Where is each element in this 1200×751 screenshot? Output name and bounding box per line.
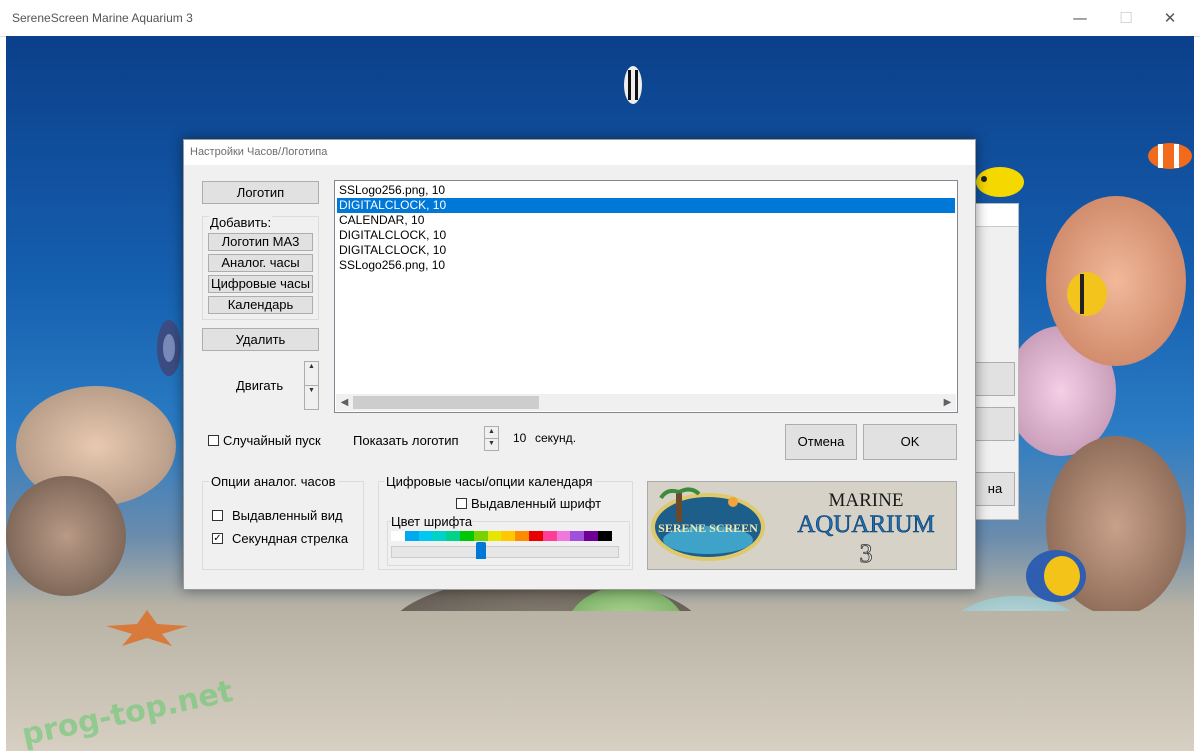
logo-image: SERENE SCREEN MARINE AQUARIUM 3 xyxy=(651,487,935,568)
show-logo-seconds-spinner[interactable]: ▲ ▼ xyxy=(484,426,499,451)
digital-options-title: Цифровые часы/опции календаря xyxy=(384,474,595,489)
embossed-view-label: Выдавленный вид xyxy=(232,508,343,523)
marine-aquarium-logo: SERENE SCREEN MARINE AQUARIUM 3 xyxy=(647,481,957,570)
move-down-icon[interactable]: ▼ xyxy=(305,386,318,410)
minimize-button[interactable]: — xyxy=(1060,6,1100,30)
color-swatch[interactable] xyxy=(556,531,571,541)
list-item[interactable]: DIGITALCLOCK, 10 xyxy=(337,228,955,243)
font-color-slider-track[interactable] xyxy=(391,546,619,558)
seconds-down-icon[interactable]: ▼ xyxy=(485,439,498,451)
add-logo-ma3-button[interactable]: Логотип MA3 xyxy=(208,233,313,251)
clock-logo-settings-dialog: Настройки Часов/Логотипа Логотип Добавит… xyxy=(183,139,976,590)
background-dialog: на xyxy=(970,203,1019,520)
color-swatch[interactable] xyxy=(460,531,474,541)
add-digital-clock-button[interactable]: Цифровые часы xyxy=(208,275,313,293)
color-swatch[interactable] xyxy=(501,531,516,541)
move-up-icon[interactable]: ▲ xyxy=(305,362,318,386)
items-listbox[interactable]: SSLogo256.png, 10 DIGITALCLOCK, 10 CALEN… xyxy=(334,180,958,413)
second-hand-checkbox[interactable]: ✓ xyxy=(212,533,223,544)
add-calendar-button[interactable]: Календарь xyxy=(208,296,313,314)
striped-fish-icon xyxy=(1067,272,1107,316)
random-start-checkbox[interactable] xyxy=(208,435,219,446)
dialog-titlebar: Настройки Часов/Логотипа xyxy=(184,140,975,165)
color-swatch[interactable] xyxy=(432,531,447,541)
color-swatch[interactable] xyxy=(391,531,405,541)
scroll-left-icon[interactable]: ◀ xyxy=(336,394,353,411)
list-item-selected[interactable]: DIGITALCLOCK, 10 xyxy=(337,198,955,213)
analog-options-title: Опции аналог. часов xyxy=(209,474,338,489)
color-swatch[interactable] xyxy=(418,531,433,541)
add-group-label: Добавить: xyxy=(209,215,273,230)
background-button-1[interactable] xyxy=(975,362,1015,396)
blue-fish-icon xyxy=(157,320,181,376)
second-hand-label: Секундная стрелка xyxy=(232,531,349,546)
add-analog-clock-button[interactable]: Аналог. часы xyxy=(208,254,313,272)
delete-button[interactable]: Удалить xyxy=(202,328,319,351)
color-swatch[interactable] xyxy=(584,531,599,541)
rock-left xyxy=(6,476,126,596)
dialog-title: Настройки Часов/Логотипа xyxy=(190,146,328,158)
scrollbar-thumb[interactable] xyxy=(353,396,539,409)
analog-clock-options-group xyxy=(202,481,364,570)
list-item[interactable]: SSLogo256.png, 10 xyxy=(337,258,955,273)
show-logo-label: Показать логотип xyxy=(353,433,459,448)
move-label: Двигать xyxy=(236,378,284,393)
color-swatch[interactable] xyxy=(542,531,557,541)
app-window: SereneScreen Marine Aquarium 3 — ☐ ✕ pro… xyxy=(0,0,1200,751)
random-start-label: Случайный пуск xyxy=(223,433,321,448)
list-item[interactable]: DIGITALCLOCK, 10 xyxy=(337,243,955,258)
seconds-up-icon[interactable]: ▲ xyxy=(485,427,498,439)
logo-version: 3 xyxy=(860,539,873,568)
maximize-button[interactable]: ☐ xyxy=(1106,6,1146,30)
angelfish-icon xyxy=(624,66,642,104)
logo-brand-text: SERENE SCREEN xyxy=(658,521,758,535)
background-dialog-titlebar xyxy=(971,204,1018,227)
starfish-icon xyxy=(106,610,188,646)
show-logo-seconds-value: 10 xyxy=(513,431,527,445)
logo-product-line1: MARINE xyxy=(829,490,904,511)
embossed-font-label: Выдавленный шрифт xyxy=(471,496,602,511)
embossed-view-checkbox[interactable] xyxy=(212,510,223,521)
logo-product-line2: AQUARIUM xyxy=(797,511,935,538)
embossed-font-checkbox[interactable] xyxy=(456,498,467,509)
clownfish-icon xyxy=(1148,143,1192,169)
color-swatch[interactable] xyxy=(529,531,543,541)
logo-button[interactable]: Логотип xyxy=(202,181,319,204)
color-swatch[interactable] xyxy=(515,531,530,541)
color-swatch[interactable] xyxy=(446,531,461,541)
move-updown-spinner[interactable]: ▲ ▼ xyxy=(304,361,319,410)
list-item[interactable]: SSLogo256.png, 10 xyxy=(337,183,955,198)
title-bar: SereneScreen Marine Aquarium 3 — ☐ ✕ xyxy=(0,0,1200,37)
background-button-2[interactable] xyxy=(975,407,1015,441)
tang-fish-icon xyxy=(1026,550,1086,602)
window-title: SereneScreen Marine Aquarium 3 xyxy=(12,11,193,25)
background-button-3[interactable]: на xyxy=(975,472,1015,506)
color-swatch[interactable] xyxy=(570,531,585,541)
seconds-label: секунд. xyxy=(535,431,577,445)
checkmark-icon: ✓ xyxy=(213,533,222,544)
color-swatch[interactable] xyxy=(487,531,502,541)
cancel-button[interactable]: Отмена xyxy=(785,424,857,460)
list-item[interactable]: CALENDAR, 10 xyxy=(337,213,955,228)
yellow-fish-icon xyxy=(976,167,1024,197)
ok-button[interactable]: OK xyxy=(863,424,957,460)
color-swatch[interactable] xyxy=(598,531,612,541)
font-color-label: Цвет шрифта xyxy=(391,514,473,529)
color-swatch[interactable] xyxy=(404,531,419,541)
font-color-slider-thumb[interactable] xyxy=(475,542,486,559)
close-button[interactable]: ✕ xyxy=(1150,6,1190,30)
horizontal-scrollbar[interactable]: ◀ ▶ xyxy=(336,394,956,411)
color-swatch[interactable] xyxy=(473,531,488,541)
scroll-right-icon[interactable]: ▶ xyxy=(939,394,956,411)
